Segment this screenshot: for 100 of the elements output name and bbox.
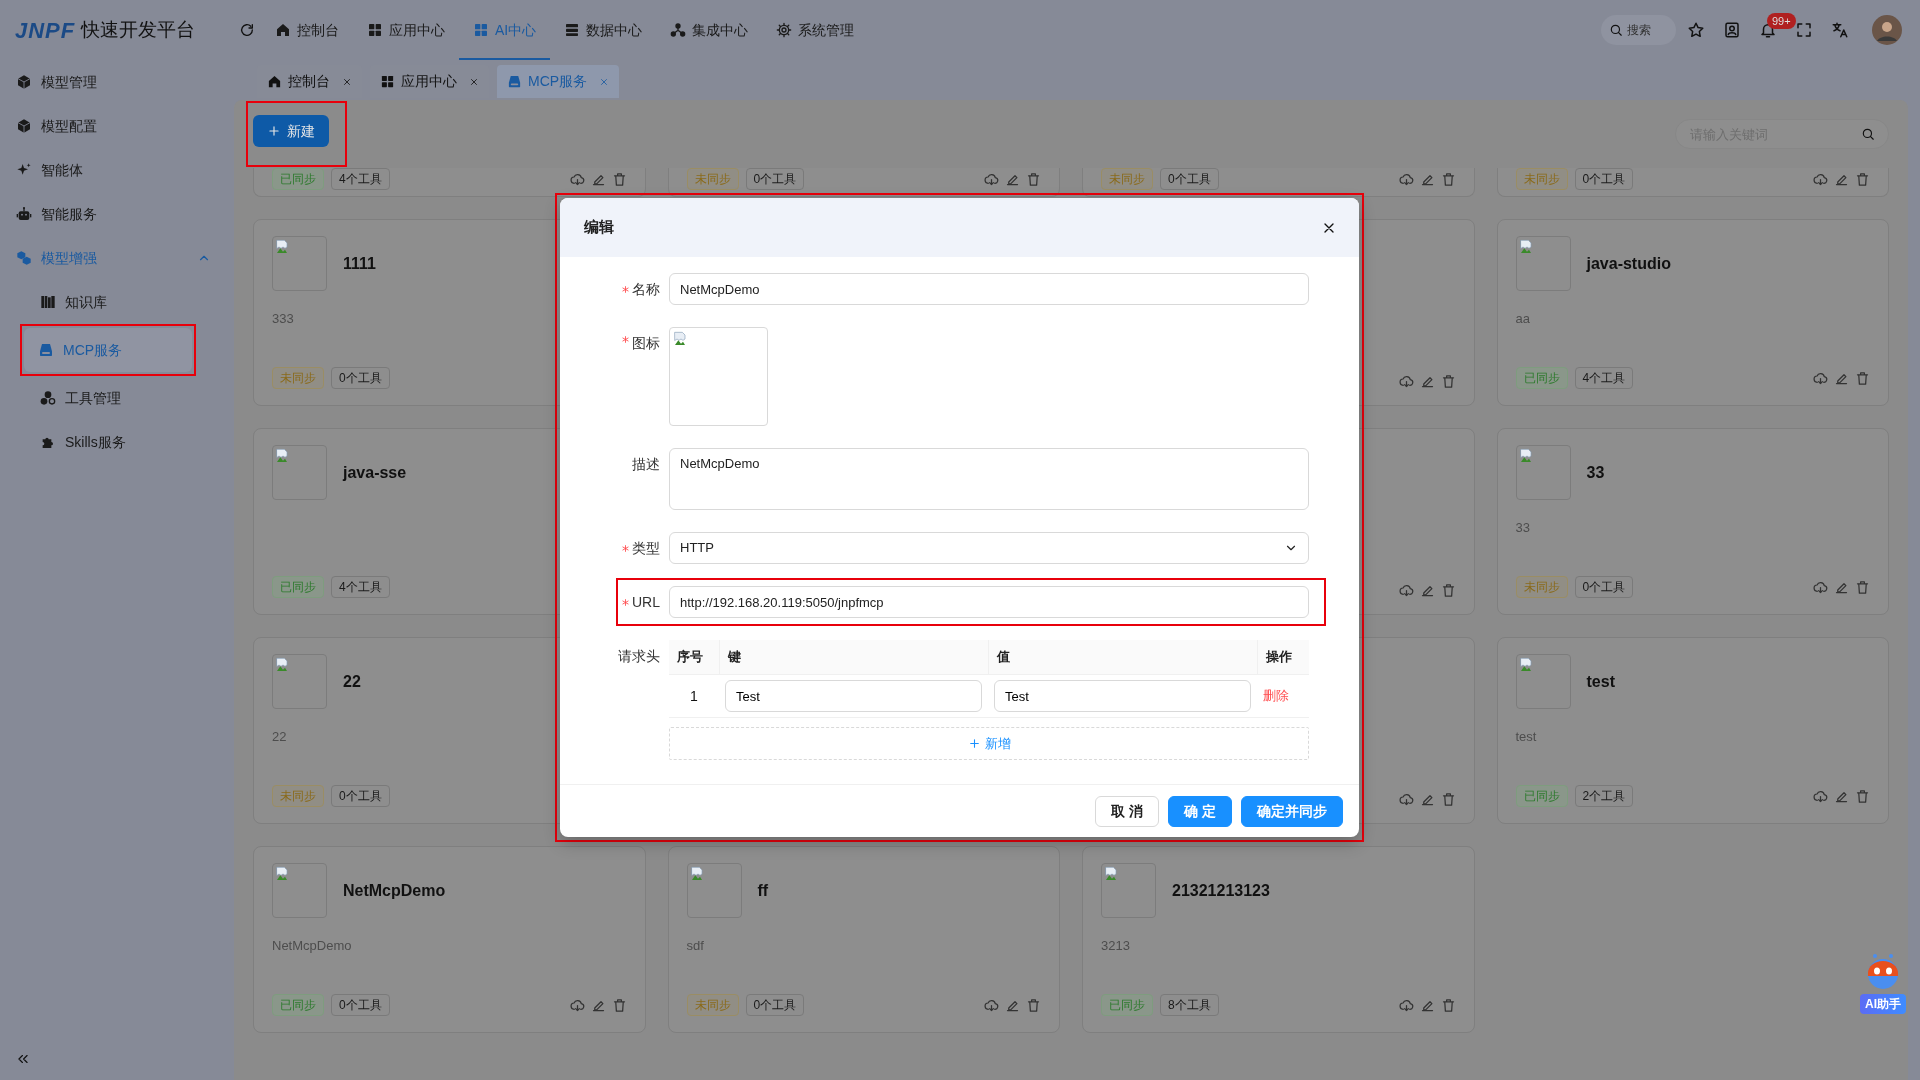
field-label: 描述 <box>632 455 660 474</box>
fullscreen-icon[interactable] <box>1795 21 1813 39</box>
sidebar-item[interactable]: 智能体 <box>0 148 233 192</box>
cloud-download-icon[interactable] <box>1398 171 1414 187</box>
nav-item[interactable]: 系统管理 <box>762 0 869 60</box>
cloud-download-icon[interactable] <box>1398 583 1414 598</box>
delete-icon[interactable] <box>1440 997 1456 1013</box>
delete-icon[interactable] <box>1026 997 1041 1013</box>
notification-badge: 99+ <box>1767 13 1796 29</box>
sidebar-item[interactable]: 模型管理 <box>0 60 233 104</box>
delete-icon[interactable] <box>1855 171 1870 187</box>
column-header: 操作 <box>1257 640 1309 675</box>
cubes-icon <box>16 250 32 266</box>
dialog-title: 编辑 <box>584 217 614 238</box>
sidebar-item[interactable]: 模型配置 <box>0 104 233 148</box>
server-icon <box>564 22 581 38</box>
nav-item[interactable]: 集成中心 <box>656 0 763 60</box>
cloud-download-icon[interactable] <box>1398 792 1414 807</box>
status-tag: 已同步 <box>272 168 324 190</box>
star-icon[interactable] <box>1687 21 1705 39</box>
cloud-download-icon[interactable] <box>1813 579 1828 595</box>
edit-icon[interactable] <box>1419 792 1435 807</box>
delete-icon[interactable] <box>1440 792 1456 807</box>
status-tag: 未同步 <box>272 367 324 389</box>
tool-count-tag: 0个工具 <box>331 367 390 389</box>
refresh-icon[interactable] <box>239 22 255 38</box>
cloud-download-icon[interactable] <box>1813 370 1828 386</box>
row-number: 1 <box>690 686 698 706</box>
delete-icon[interactable] <box>1855 370 1870 386</box>
delete-icon[interactable] <box>1855 788 1870 804</box>
sidebar-item[interactable]: 智能服务 <box>0 192 233 236</box>
robot-icon <box>16 206 32 222</box>
tool-count-tag: 4个工具 <box>331 576 390 598</box>
search-icon <box>1861 127 1875 141</box>
tool-count-tag: 4个工具 <box>1574 367 1634 389</box>
nav-item[interactable]: 数据中心 <box>550 0 657 60</box>
delete-icon[interactable] <box>1855 579 1870 595</box>
input-field[interactable]: NetMcpDemo <box>669 273 1309 305</box>
nav-item[interactable]: 控制台 <box>261 0 353 60</box>
assistant-button[interactable]: AI助手 <box>1860 994 1906 1014</box>
delete-icon[interactable] <box>611 171 627 187</box>
drive-icon <box>507 74 522 89</box>
tool-count-tag: 8个工具 <box>1160 994 1219 1016</box>
delete-link[interactable]: 删除 <box>1263 686 1289 706</box>
cloud-download-icon[interactable] <box>569 171 585 187</box>
card-description: NetMcpDemo <box>272 937 353 955</box>
column-header: 值 <box>988 640 1257 675</box>
edit-icon[interactable] <box>1419 583 1435 598</box>
confirm-button[interactable]: 确 定 <box>1168 796 1232 827</box>
card-description: aa <box>1515 310 1531 328</box>
broken-image-icon <box>1518 239 1535 255</box>
cloud-download-icon[interactable] <box>1813 788 1828 804</box>
broken-image-icon <box>1518 657 1535 673</box>
select-field[interactable]: HTTP <box>669 532 1309 564</box>
cloud-download-icon[interactable] <box>1398 374 1414 389</box>
collapse-icon[interactable] <box>16 1052 30 1066</box>
cloud-download-icon[interactable] <box>1813 171 1828 187</box>
sidebar-item[interactable]: 工具管理 <box>22 376 196 420</box>
new-button[interactable]: 新建 <box>253 115 329 147</box>
input-field[interactable]: Test <box>725 680 982 712</box>
cube-icon <box>16 118 32 134</box>
cloud-download-icon[interactable] <box>569 997 585 1013</box>
cloud-download-icon[interactable] <box>984 997 999 1013</box>
column-header: 键 <box>719 640 988 675</box>
cloud-download-icon[interactable] <box>984 171 999 187</box>
status-tag: 已同步 <box>1101 994 1153 1016</box>
delete-icon[interactable] <box>1440 583 1456 598</box>
card-title: 21321213123 <box>1172 880 1270 901</box>
input-field[interactable]: Test <box>994 680 1251 712</box>
status-tag: 已同步 <box>1515 367 1568 389</box>
broken-image-icon <box>673 331 689 347</box>
column-header: 序号 <box>669 640 719 675</box>
text-area[interactable]: NetMcpDemo <box>669 448 1309 510</box>
contact-card-icon[interactable] <box>1723 21 1741 39</box>
confirm-button[interactable]: 确定并同步 <box>1241 796 1343 827</box>
delete-icon[interactable] <box>1440 374 1456 389</box>
sidebar-item[interactable]: Skills服务 <box>22 420 196 464</box>
sidebar-item[interactable]: 知识库 <box>22 280 196 324</box>
edit-icon[interactable] <box>1419 374 1435 389</box>
tool-count-tag: 0个工具 <box>1574 168 1634 190</box>
card-title: java-sse <box>343 462 407 483</box>
add-button[interactable]: 新增 <box>669 727 1309 760</box>
search-icon <box>1609 23 1623 37</box>
status-tag: 未同步 <box>686 168 739 190</box>
delete-icon[interactable] <box>1440 171 1456 187</box>
books-icon <box>40 294 56 310</box>
translate-icon[interactable] <box>1831 21 1849 39</box>
delete-icon[interactable] <box>1026 171 1041 187</box>
card-description: 333 <box>272 310 295 328</box>
input-field[interactable]: http://192.168.20.119:5050/jnpfmcp <box>669 586 1309 618</box>
status-tag: 未同步 <box>1515 168 1568 190</box>
delete-icon[interactable] <box>611 997 627 1013</box>
cancel-button[interactable]: 取 消 <box>1095 796 1160 827</box>
search-field[interactable]: 搜索 <box>1601 15 1676 45</box>
card-title: 33 <box>1586 462 1605 483</box>
card-title: 22 <box>343 671 361 692</box>
nav-item[interactable]: 应用中心 <box>353 0 459 60</box>
plus-icon <box>967 737 981 750</box>
cloud-download-icon[interactable] <box>1398 997 1414 1013</box>
avatar[interactable] <box>1872 15 1902 45</box>
